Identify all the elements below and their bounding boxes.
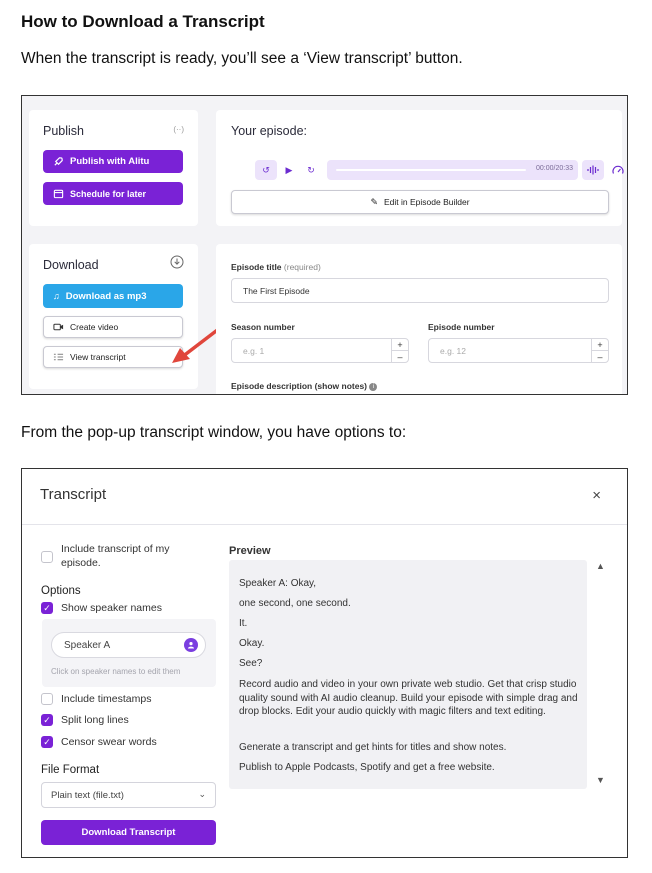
broadcast-icon: (··) [173, 125, 184, 134]
include-timestamps-checkbox[interactable] [41, 693, 53, 705]
view-transcript-button[interactable]: View transcript [43, 346, 183, 368]
preview-line: Publish to Apple Podcasts, Spotify and g… [239, 762, 495, 773]
preview-paragraph: Record audio and video in your own priva… [239, 679, 578, 717]
censor-swear-words-checkbox[interactable]: ✓ [41, 736, 53, 748]
file-format-heading: File Format [41, 764, 100, 776]
chevron-down-icon: ⌄ [198, 789, 206, 799]
episode-number-placeholder: e.g. 12 [440, 345, 466, 356]
music-note-icon: ♫ [53, 291, 60, 301]
season-number-input[interactable]: e.g. 1 + – [231, 338, 409, 363]
preview-line: Okay. [239, 638, 265, 649]
episode-description-label: Episode description (show notes) i [231, 381, 378, 391]
scroll-up-arrow-icon[interactable]: ▲ [596, 561, 605, 571]
episode-number-input[interactable]: e.g. 12 + – [428, 338, 609, 363]
include-transcript-checkbox[interactable] [41, 551, 53, 563]
download-circle-icon [170, 255, 184, 274]
include-timestamps-label: Include timestamps [61, 693, 152, 705]
rewind-icon[interactable]: ↺ [255, 160, 277, 180]
waveform-icon[interactable] [582, 160, 604, 180]
minus-icon[interactable]: – [592, 350, 608, 362]
modal-title: Transcript [40, 486, 107, 503]
schedule-for-later-button[interactable]: Schedule for later [43, 182, 183, 205]
info-icon: i [369, 382, 378, 391]
play-icon[interactable]: ▶ [278, 160, 300, 180]
season-number-label: Season number [231, 322, 295, 332]
edit-in-episode-builder-label: Edit in Episode Builder [384, 197, 470, 207]
rocket-icon [53, 156, 64, 167]
audio-progress-track[interactable]: 00:00/20:33 [327, 160, 578, 180]
download-as-mp3-label: Download as mp3 [65, 290, 147, 302]
create-video-label: Create video [70, 322, 119, 332]
edit-in-episode-builder-button[interactable]: ✎ Edit in Episode Builder [231, 190, 609, 214]
speaker-names-panel: Speaker A Click on speaker names to edit… [42, 619, 216, 687]
popup-intro-paragraph: From the pop-up transcript window, you h… [21, 424, 407, 441]
intro-paragraph: When the transcript is ready, you’ll see… [21, 50, 463, 67]
speed-gauge-icon[interactable] [607, 160, 627, 180]
episode-page-screenshot: Publish (··) Publish with Alitu Schedule… [21, 95, 628, 395]
episode-number-label: Episode number [428, 322, 495, 332]
your-episode-title: Your episode: [231, 124, 307, 138]
include-transcript-label: Include transcript of my episode. [61, 543, 170, 569]
publish-with-alitu-button[interactable]: Publish with Alitu [43, 150, 183, 173]
audio-time: 00:00/20:33 [536, 165, 573, 172]
download-transcript-button[interactable]: Download Transcript [41, 820, 216, 845]
options-heading: Options [41, 585, 81, 597]
preview-line: one second, one second. [239, 598, 351, 609]
split-long-lines-label: Split long lines [61, 714, 129, 726]
view-transcript-label: View transcript [70, 352, 126, 362]
speaker-name-value: Speaker A [64, 639, 111, 651]
plus-icon[interactable]: + [392, 339, 408, 350]
publish-with-alitu-label: Publish with Alitu [70, 156, 150, 167]
transcript-list-icon [53, 352, 64, 362]
scroll-down-arrow-icon[interactable]: ▼ [596, 775, 605, 785]
plus-icon[interactable]: + [592, 339, 608, 350]
download-card: Download ♫ Download as mp3 Create video … [29, 244, 198, 389]
required-note: (required) [283, 262, 321, 272]
season-number-placeholder: e.g. 1 [243, 345, 265, 356]
forward-icon[interactable]: ↻ [300, 160, 322, 180]
episode-number-stepper[interactable]: + – [591, 339, 608, 362]
speaker-name-input[interactable]: Speaker A [51, 632, 206, 658]
video-camera-icon [53, 322, 64, 332]
audio-player: ↺ ▶ ↻ 00:00/20:33 [255, 160, 624, 180]
modal-header: Transcript × [22, 469, 627, 525]
show-speaker-names-checkbox[interactable]: ✓ [41, 602, 53, 614]
preview-heading: Preview [229, 545, 271, 557]
preview-line: Generate a transcript and get hints for … [239, 742, 507, 753]
show-speaker-names-label: Show speaker names [61, 602, 162, 614]
publish-card: Publish (··) Publish with Alitu Schedule… [29, 110, 198, 226]
split-long-lines-checkbox[interactable]: ✓ [41, 714, 53, 726]
transcript-preview[interactable]: Speaker A: Okay, one second, one second.… [229, 560, 587, 789]
censor-swear-words-label: Censor swear words [61, 736, 157, 748]
file-format-select[interactable]: Plain text (file.txt) ⌄ [41, 782, 216, 808]
close-icon[interactable]: × [592, 487, 601, 504]
calendar-icon [53, 188, 64, 199]
user-avatar-icon [184, 638, 198, 652]
episode-title-label: Episode title (required) [231, 262, 321, 272]
preview-line: Speaker A: Okay, [239, 578, 317, 589]
publish-title: Publish [43, 124, 84, 138]
preview-line: It. [239, 618, 248, 629]
file-format-value: Plain text (file.txt) [51, 789, 124, 801]
transcript-modal-screenshot: Transcript × Include transcript of my ep… [21, 468, 628, 858]
episode-title-input[interactable]: The First Episode [231, 278, 609, 303]
speaker-edit-hint: Click on speaker names to edit them [51, 667, 181, 676]
download-title: Download [43, 258, 99, 272]
preview-line: See? [239, 658, 263, 669]
article-heading: How to Download a Transcript [21, 12, 265, 31]
pencil-icon: ✎ [370, 196, 378, 207]
season-number-stepper[interactable]: + – [391, 339, 408, 362]
download-as-mp3-button[interactable]: ♫ Download as mp3 [43, 284, 183, 308]
minus-icon[interactable]: – [392, 350, 408, 362]
audio-progress-line [336, 169, 526, 171]
create-video-button[interactable]: Create video [43, 316, 183, 338]
schedule-for-later-label: Schedule for later [70, 188, 147, 199]
